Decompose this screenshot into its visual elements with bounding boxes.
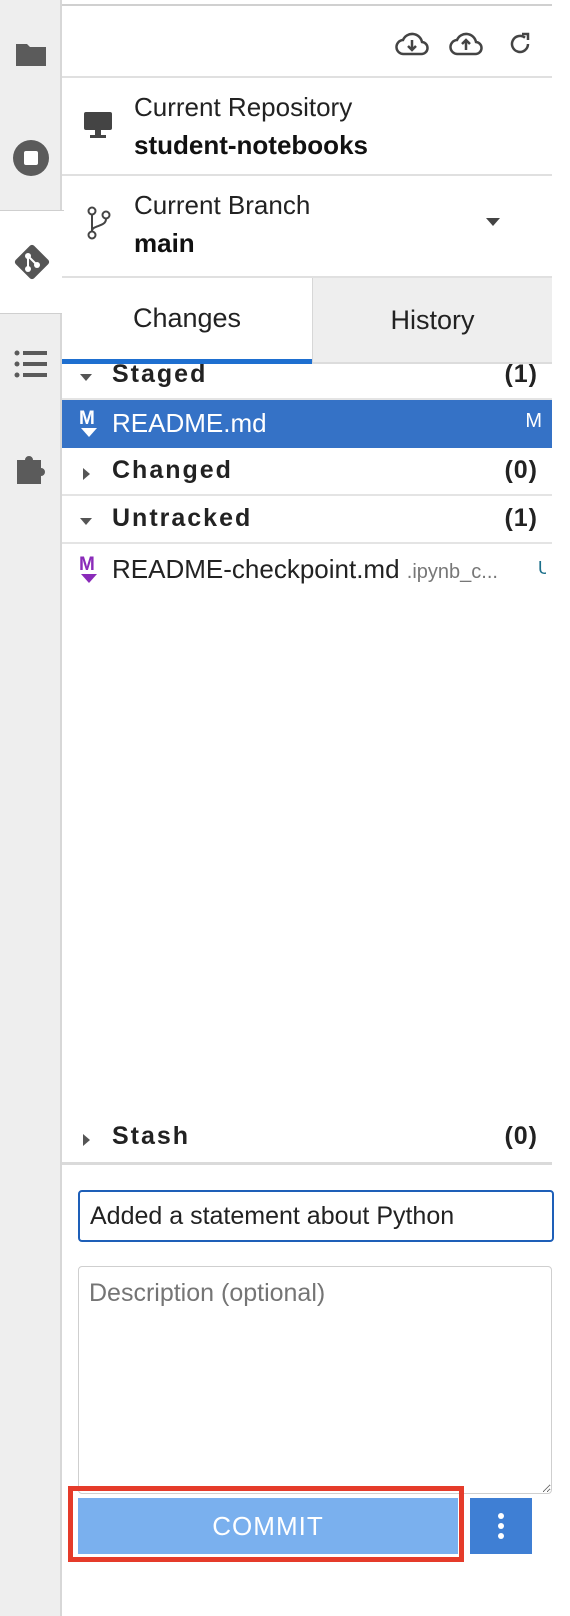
activity-bar — [0, 0, 64, 1616]
chevron-down-icon[interactable] — [486, 218, 500, 226]
more-vertical-icon — [498, 1513, 504, 1539]
caret-down-icon — [80, 518, 92, 525]
running-terminals-icon[interactable] — [0, 128, 62, 188]
staged-section-header[interactable]: Staged (1) — [62, 352, 552, 400]
desktop-icon — [82, 110, 114, 145]
highlight-box — [68, 1486, 464, 1562]
caret-right-icon — [83, 1134, 90, 1146]
cloud-upload-icon[interactable] — [446, 24, 486, 64]
file-row-readme[interactable]: M README.md M — [62, 400, 552, 448]
section-title: Stash — [112, 1122, 191, 1150]
file-name: README.md — [112, 408, 267, 438]
untracked-section-header[interactable]: Untracked (1) — [62, 496, 552, 544]
svg-text:M: M — [79, 408, 95, 429]
commit-description-input[interactable] — [78, 1266, 552, 1494]
folder-icon[interactable] — [0, 24, 62, 84]
section-title: Changed — [112, 456, 233, 484]
file-row-readme-checkpoint[interactable]: M README-checkpoint.md .ipynb_c... U — [62, 546, 552, 594]
branch-name: main — [134, 228, 195, 258]
git-panel: Current Repository student-notebooks Cur… — [62, 0, 570, 1616]
stash-section-header[interactable]: Stash (0) — [62, 1114, 552, 1165]
refresh-icon[interactable] — [500, 24, 540, 64]
current-repository[interactable]: Current Repository student-notebooks — [62, 76, 552, 176]
repository-name: student-notebooks — [134, 130, 368, 160]
section-count: (1) — [504, 360, 538, 388]
commit-options-button[interactable] — [470, 1498, 532, 1554]
current-branch[interactable]: Current Branch main — [62, 174, 552, 276]
repository-label: Current Repository — [134, 92, 353, 122]
svg-text:M: M — [79, 554, 95, 575]
extensions-puzzle-icon[interactable] — [0, 438, 62, 498]
file-status: U — [538, 558, 546, 578]
commit-summary-input[interactable] — [78, 1190, 554, 1242]
file-name: README-checkpoint.md .ipynb_c... — [112, 554, 498, 585]
changed-section-header[interactable]: Changed (0) — [62, 448, 552, 496]
cloud-download-icon[interactable] — [392, 24, 432, 64]
file-status: M — [525, 410, 542, 432]
markdown-file-icon: M — [78, 406, 100, 442]
section-count: (0) — [504, 1122, 538, 1150]
git-toolbar — [62, 4, 552, 78]
git-icon[interactable] — [0, 210, 64, 314]
markdown-file-icon: M — [78, 552, 100, 588]
section-count: (1) — [504, 504, 538, 532]
changes-history-tabs: Changes History — [62, 276, 552, 364]
git-branch-icon — [86, 206, 112, 245]
section-title: Untracked — [112, 504, 253, 532]
branch-label: Current Branch — [134, 190, 311, 220]
section-count: (0) — [504, 456, 538, 484]
file-path: .ipynb_c... — [406, 561, 498, 583]
file-name-text: README-checkpoint.md — [112, 554, 400, 584]
commit-area: COMMIT — [62, 1162, 554, 1616]
table-of-contents-icon[interactable] — [0, 334, 62, 394]
caret-down-icon — [80, 374, 92, 381]
caret-right-icon — [83, 468, 90, 480]
section-title: Staged — [112, 360, 208, 388]
